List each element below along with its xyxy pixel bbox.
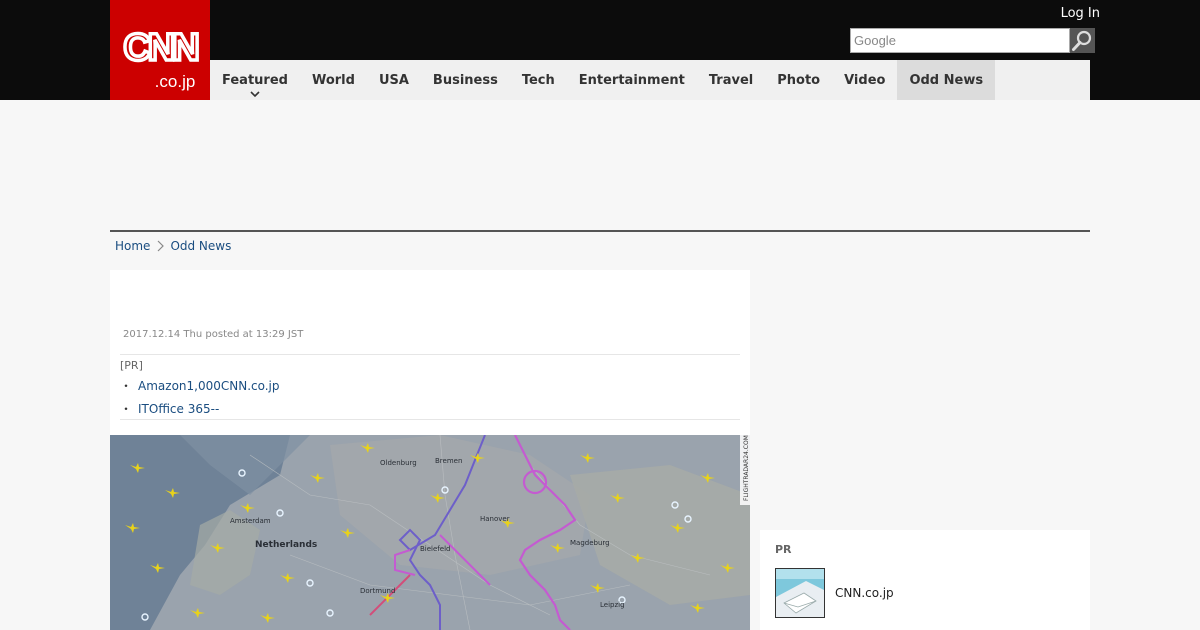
- breadcrumb-home[interactable]: Home: [115, 239, 150, 253]
- nav-item-label: Odd News: [909, 72, 984, 88]
- map-label: Dortmund: [360, 587, 395, 595]
- nav-item-label: World: [311, 72, 355, 88]
- nav-item-entertainment[interactable]: Entertainment: [567, 60, 697, 100]
- envelope-icon: [776, 569, 824, 617]
- ad-space: [0, 100, 1200, 230]
- nav-item-photo[interactable]: Photo: [765, 60, 832, 100]
- cnn-logo-icon: CNN .co.jp: [122, 25, 202, 91]
- pr-tag: [PR]: [120, 359, 143, 372]
- breadcrumb: Home Odd News: [115, 237, 231, 255]
- bullet-icon: ・: [120, 402, 133, 416]
- nav-item-odd-news[interactable]: Odd News: [897, 60, 996, 100]
- map-label: Bielefeld: [420, 545, 450, 553]
- cnn-logo[interactable]: CNN .co.jp: [110, 0, 210, 100]
- map-label: Magdeburg: [570, 539, 610, 547]
- nav-item-featured[interactable]: Featured: [210, 60, 300, 100]
- nav-item-tech[interactable]: Tech: [510, 60, 567, 100]
- sidebar-thumbnail[interactable]: [775, 568, 825, 618]
- nav-item-label: Photo: [777, 72, 821, 88]
- section-divider: [110, 230, 1090, 232]
- chevron-right-icon: [158, 240, 165, 252]
- breadcrumb-current[interactable]: Odd News: [170, 239, 231, 253]
- svg-text:CNN: CNN: [123, 27, 197, 69]
- pr-block: [PR] ・ Amazon1,000CNN.co.jp ・ ITOffice 365…: [120, 354, 740, 420]
- svg-text:.co.jp: .co.jp: [155, 72, 196, 91]
- map-label: Oldenburg: [380, 459, 417, 467]
- nav-item-travel[interactable]: Travel: [697, 60, 765, 100]
- nav-item-label: Video: [844, 72, 886, 88]
- nav-item-business[interactable]: Business: [421, 60, 510, 100]
- map-svg: Oldenburg Bremen Netherlands Amsterdam H…: [110, 435, 750, 630]
- sidebar-pr-box: PR CNN.co.jp: [760, 530, 1090, 630]
- nav-item-label: Featured: [222, 72, 288, 88]
- map-watermark: FLIGHTRADAR24.COM: [743, 435, 750, 501]
- map-label: Amsterdam: [230, 517, 271, 525]
- nav-item-video[interactable]: Video: [832, 60, 897, 100]
- map-label: Bremen: [435, 457, 462, 465]
- map-label: Hanover: [480, 515, 510, 523]
- article-header: 2017.12.14 Thu posted at 13:29 JST [PR] …: [110, 270, 750, 436]
- map-label: Leipzig: [600, 601, 625, 609]
- sidebar-pr-tag: PR: [775, 543, 792, 556]
- nav-item-usa[interactable]: USA: [367, 60, 421, 100]
- nav-item-label: Travel: [708, 72, 754, 88]
- pr-link[interactable]: ITOffice 365--: [138, 402, 219, 416]
- search-icon: [1072, 30, 1092, 51]
- pr-list: ・ Amazon1,000CNN.co.jp ・ ITOffice 365--: [120, 374, 740, 420]
- sidebar-pr-link[interactable]: CNN.co.jp: [835, 586, 894, 600]
- nav-item-label: Entertainment: [578, 72, 685, 88]
- nav-item-label: Tech: [521, 72, 555, 88]
- nav-item-world[interactable]: World: [300, 60, 367, 100]
- login-link[interactable]: Log In: [1040, 6, 1100, 21]
- search-button[interactable]: [1070, 28, 1095, 53]
- main-nav: Featured World USA Business Tech Enterta…: [210, 60, 1090, 100]
- bullet-icon: ・: [120, 379, 133, 393]
- chevron-down-icon: [250, 91, 260, 98]
- nav-item-label: Business: [432, 72, 498, 88]
- list-item: ・ Amazon1,000CNN.co.jp: [120, 374, 740, 397]
- flight-map-image[interactable]: Oldenburg Bremen Netherlands Amsterdam H…: [110, 435, 750, 630]
- list-item: ・ ITOffice 365--: [120, 397, 740, 420]
- pr-link[interactable]: Amazon1,000CNN.co.jp: [138, 379, 280, 393]
- posted-date: 2017.12.14 Thu posted at 13:29 JST: [123, 329, 304, 340]
- nav-item-label: USA: [378, 72, 409, 88]
- map-label: Netherlands: [255, 540, 317, 550]
- search-input[interactable]: [850, 28, 1070, 53]
